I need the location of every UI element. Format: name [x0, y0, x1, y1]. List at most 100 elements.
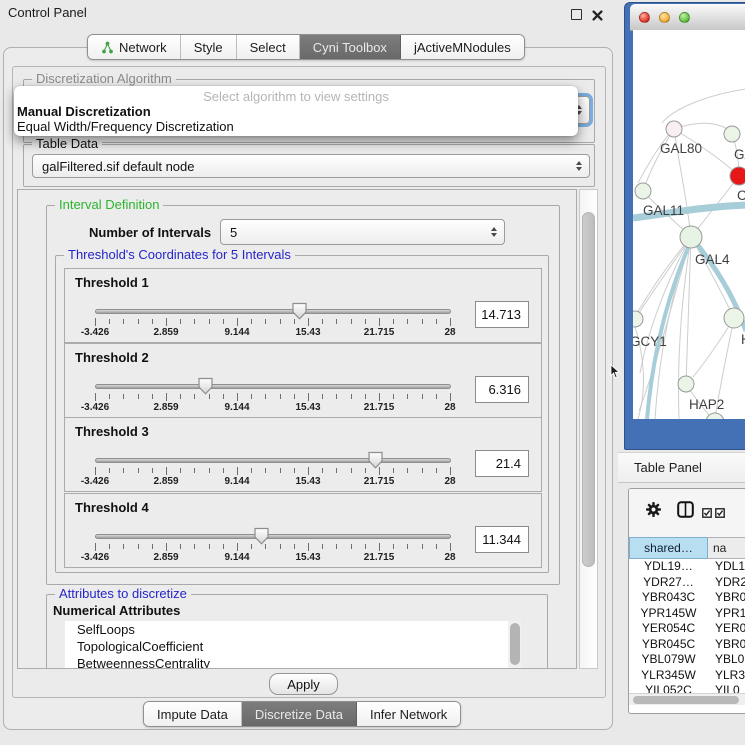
network-window-titlebar[interactable]: [630, 4, 745, 31]
attribute-list-item[interactable]: BetweennessCentrality: [65, 655, 521, 669]
slider-thumb[interactable]: [292, 302, 307, 320]
tick-mark: [180, 544, 181, 549]
table-data-combobox[interactable]: galFiltered.sif default node: [32, 154, 590, 178]
attribute-list-item[interactable]: SelfLoops: [65, 621, 521, 638]
float-window-icon[interactable]: [571, 9, 582, 20]
table-column-header-2[interactable]: na: [708, 537, 745, 559]
network-edge[interactable]: [635, 246, 685, 319]
tick-mark: [95, 318, 96, 326]
slider-thumb[interactable]: [198, 377, 213, 395]
slider-track[interactable]: [95, 458, 451, 463]
numerical-attributes-list[interactable]: SelfLoopsTopologicalCoefficientBetweenne…: [65, 621, 521, 669]
attributes-list-scrollbar[interactable]: [508, 621, 521, 669]
network-node-gal80[interactable]: [666, 121, 682, 137]
table-row[interactable]: YDL19…YDL1: [629, 559, 745, 575]
table-row[interactable]: YPR145WYPR1: [629, 606, 745, 622]
table-cell[interactable]: YBR0: [708, 590, 745, 606]
scrollbar-thumb[interactable]: [633, 696, 739, 704]
network-node-gal4[interactable]: [680, 226, 702, 248]
tick-mark: [138, 544, 139, 549]
network-edge[interactable]: [686, 237, 691, 384]
table-cell[interactable]: YDL19…: [629, 559, 708, 575]
threshold-value-field[interactable]: 14.713: [475, 301, 529, 328]
checkbox-icon-1[interactable]: [702, 505, 712, 523]
zoom-traffic-light-icon[interactable]: [679, 12, 690, 23]
threshold-value-field[interactable]: 11.344: [475, 526, 529, 553]
table-row[interactable]: YBR043CYBR0: [629, 590, 745, 606]
mouse-cursor: [610, 364, 621, 384]
network-edge[interactable]: [662, 89, 745, 123]
table-cell[interactable]: YLR3: [708, 668, 745, 684]
table-cell[interactable]: YDR27…: [629, 575, 708, 591]
tab-impute-data[interactable]: Impute Data: [144, 702, 242, 726]
threshold-1-box: Threshold 1-3.4262.8599.14415.4321.71528…: [64, 268, 542, 343]
tab-infer-network[interactable]: Infer Network: [357, 702, 460, 726]
apply-button[interactable]: Apply: [269, 673, 338, 695]
table-cell[interactable]: YPR1: [708, 606, 745, 622]
table-row[interactable]: YIL052CYIL0: [629, 683, 745, 693]
table-cell[interactable]: YDR2: [708, 575, 745, 591]
popup-item-1[interactable]: Manual Discretization: [17, 104, 151, 119]
tab-discretize-data[interactable]: Discretize Data: [242, 702, 357, 726]
table-cell[interactable]: YIL052C: [629, 683, 708, 693]
network-node-label: C: [737, 188, 745, 203]
table-cell[interactable]: YBR043C: [629, 590, 708, 606]
tab-network[interactable]: Network: [88, 35, 181, 59]
network-node-h[interactable]: [724, 308, 744, 328]
table-cell[interactable]: YER0: [708, 621, 745, 637]
table-cell[interactable]: YDL1: [708, 559, 745, 575]
popup-item-2[interactable]: Equal Width/Frequency Discretization: [17, 119, 234, 134]
network-node-ga[interactable]: [724, 126, 740, 142]
tick-mark: [336, 544, 337, 549]
network-edge[interactable]: [674, 123, 732, 134]
table-row[interactable]: YDR27…YDR2: [629, 575, 745, 591]
table-cell[interactable]: YIL0: [708, 683, 745, 693]
gear-icon[interactable]: [646, 502, 661, 522]
tick-mark: [251, 544, 252, 549]
slider-track[interactable]: [95, 384, 451, 389]
table-horizontal-scrollbar[interactable]: [629, 693, 745, 705]
table-row[interactable]: YBL079WYBL0: [629, 652, 745, 668]
slider-thumb[interactable]: [368, 451, 383, 469]
table-cell[interactable]: YBL0: [708, 652, 745, 668]
network-node-gcy1[interactable]: [633, 311, 643, 327]
threshold-value-field[interactable]: 21.4: [475, 450, 529, 477]
table-cell[interactable]: YER054C: [629, 621, 708, 637]
tab-label: Infer Network: [370, 707, 447, 722]
tab-select[interactable]: Select: [237, 35, 300, 59]
tab-cyni-toolbox[interactable]: Cyni Toolbox: [300, 35, 401, 59]
table-row[interactable]: YLR345WYLR3: [629, 668, 745, 684]
table-cell[interactable]: YLR345W: [629, 668, 708, 684]
interval-definition-group: Interval Definition Number of Intervals …: [46, 205, 560, 585]
slider-track[interactable]: [95, 534, 451, 539]
tab-jactivemnodules[interactable]: jActiveMNodules: [401, 35, 524, 59]
settings-vertical-scrollbar[interactable]: [579, 189, 598, 669]
network-canvas[interactable]: GAL80GACGAL11GAL4GCY1HHAP2: [633, 30, 745, 419]
table-row[interactable]: YER054CYER0: [629, 621, 745, 637]
table-body: YDL19…YDL1YDR27…YDR2YBR043CYBR0YPR145WYP…: [629, 559, 745, 693]
table-cell[interactable]: YBL079W: [629, 652, 708, 668]
table-cell[interactable]: YPR145W: [629, 606, 708, 622]
threshold-value-field[interactable]: 6.316: [475, 376, 529, 403]
network-node-c[interactable]: [730, 167, 745, 185]
close-icon[interactable]: [592, 8, 603, 19]
tick-mark: [251, 319, 252, 324]
network-edge[interactable]: [643, 129, 674, 191]
table-column-header-1[interactable]: shared…: [629, 537, 708, 559]
minimize-traffic-light-icon[interactable]: [659, 12, 670, 23]
network-node-gal11[interactable]: [635, 183, 651, 199]
number-of-intervals-combobox[interactable]: 5: [220, 219, 505, 245]
attribute-list-item[interactable]: TopologicalCoefficient: [65, 638, 521, 655]
slider-thumb[interactable]: [254, 527, 269, 545]
columns-icon[interactable]: [677, 501, 694, 523]
close-traffic-light-icon[interactable]: [639, 12, 650, 23]
table-row[interactable]: YBR045CYBR0: [629, 637, 745, 653]
network-node-hap2[interactable]: [678, 376, 694, 392]
slider-track[interactable]: [95, 309, 451, 314]
network-edge[interactable]: [691, 237, 734, 318]
checkbox-icon-2[interactable]: [715, 505, 725, 523]
table-cell[interactable]: YBR0: [708, 637, 745, 653]
scrollbar-thumb[interactable]: [582, 212, 595, 567]
table-cell[interactable]: YBR045C: [629, 637, 708, 653]
tab-style[interactable]: Style: [181, 35, 237, 59]
